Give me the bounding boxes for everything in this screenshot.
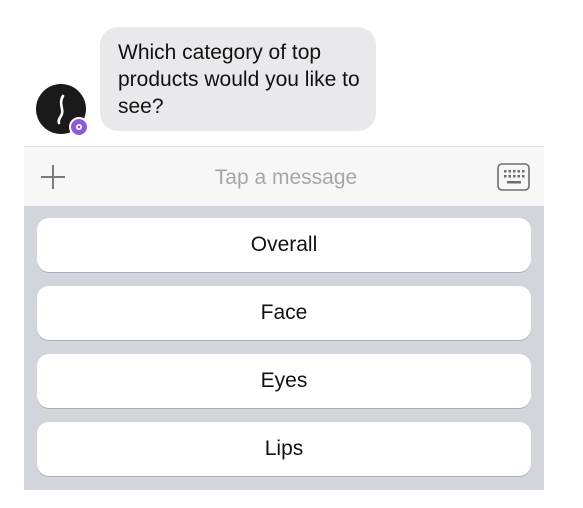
message-input[interactable]	[94, 159, 478, 197]
keyboard-icon[interactable]	[497, 163, 530, 191]
chat-screen: Which category of top products would you…	[0, 0, 583, 508]
quick-reply-face[interactable]: Face	[37, 286, 531, 340]
plus-icon[interactable]	[40, 164, 66, 190]
quick-reply-eyes[interactable]: Eyes	[37, 354, 531, 408]
bot-message-bubble: Which category of top products would you…	[100, 27, 376, 131]
quick-reply-lips[interactable]: Lips	[37, 422, 531, 476]
message-composer	[24, 146, 544, 206]
quick-replies-panel: Overall Face Eyes Lips	[24, 206, 544, 490]
verified-badge-icon	[69, 117, 89, 137]
quick-reply-overall[interactable]: Overall	[37, 218, 531, 272]
